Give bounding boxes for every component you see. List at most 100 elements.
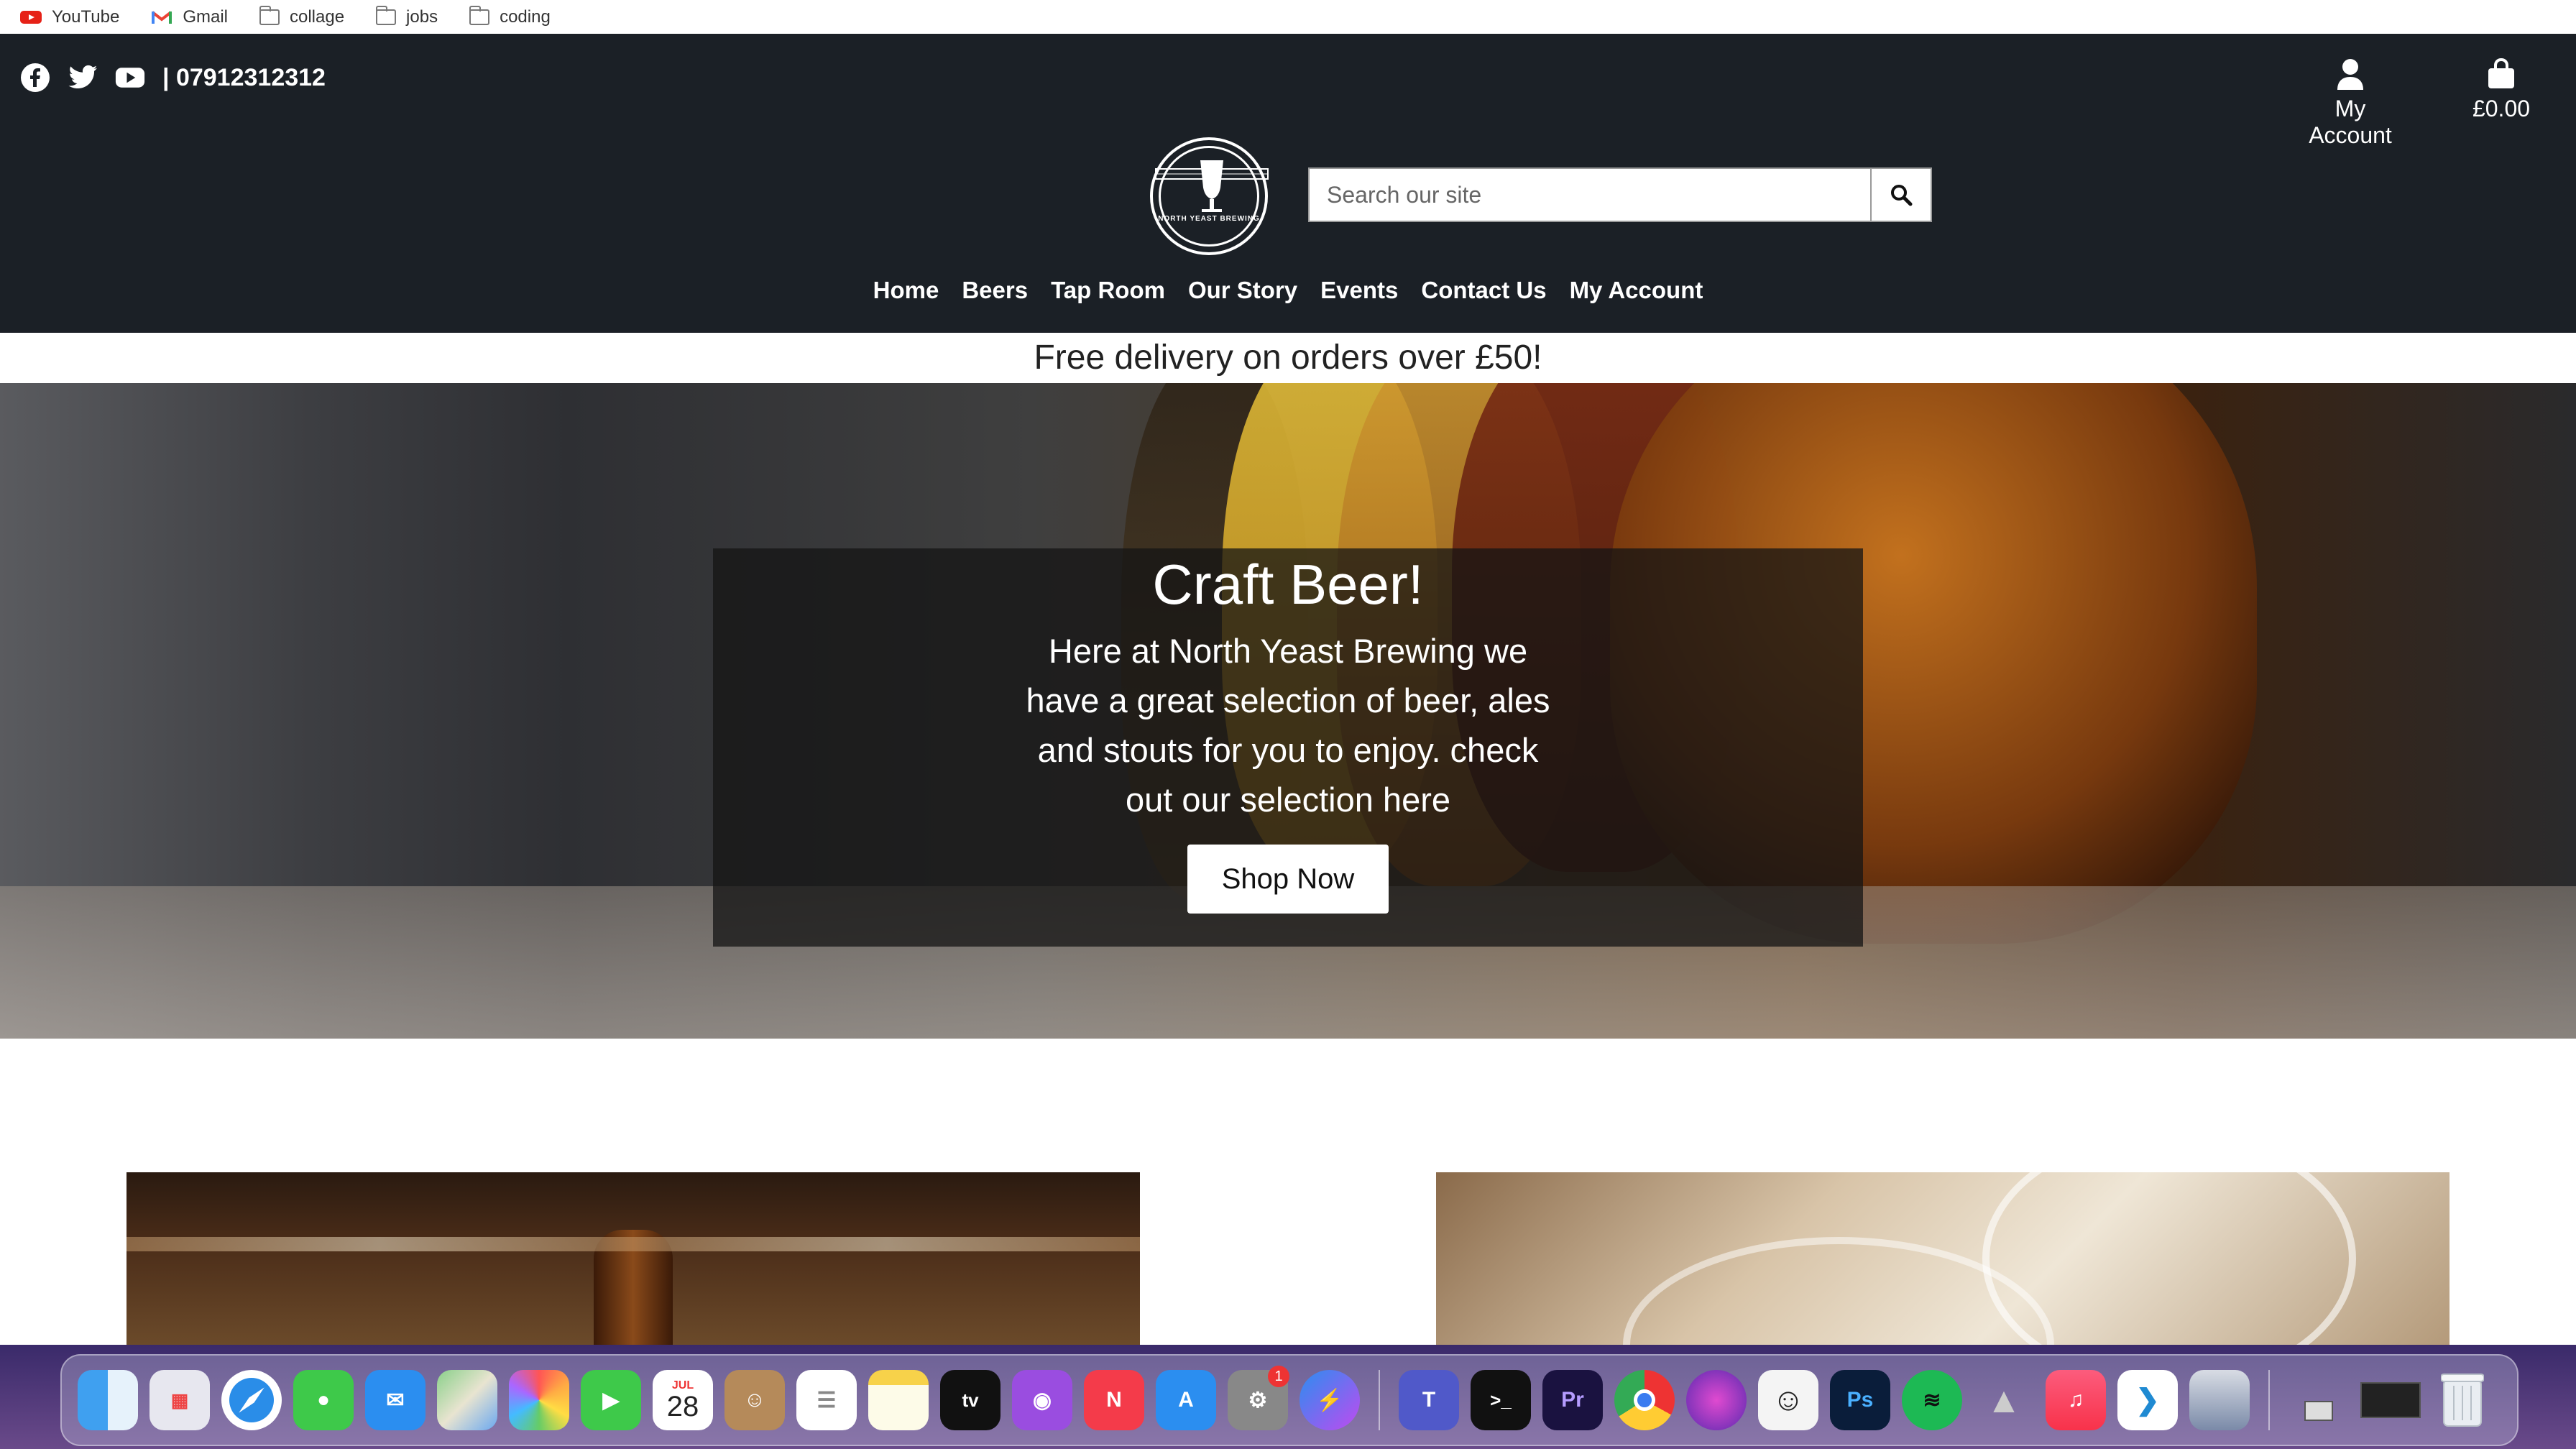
dock-app-notes[interactable] [862, 1364, 934, 1436]
dock-app-messenger[interactable]: ⚡ [1294, 1364, 1366, 1436]
trash-icon [2432, 1370, 2493, 1430]
dock-app-launchpad[interactable]: ▦ [144, 1364, 216, 1436]
dock-app-potion[interactable] [1680, 1364, 1752, 1436]
bookmark-gmail[interactable]: Gmail [151, 7, 228, 27]
dock-app-news[interactable]: N [1078, 1364, 1150, 1436]
hero-overlay: Craft Beer! Here at North Yeast Brewing … [713, 548, 1863, 947]
site-header: | 07912312312 My Account £0.00 NORTH YEA… [0, 34, 2576, 333]
dock-app-photos[interactable] [503, 1364, 575, 1436]
hero-description: Here at North Yeast Brewing we have a gr… [1026, 632, 1550, 819]
dock-app-teams[interactable]: T [1393, 1364, 1465, 1436]
cart-link[interactable]: £0.00 [2465, 58, 2537, 122]
reminders-icon: ☰ [796, 1370, 857, 1430]
potion-icon [1686, 1370, 1747, 1430]
dock-app-rocket[interactable]: ▲ [1968, 1364, 2040, 1436]
nav-contact-us[interactable]: Contact Us [1421, 277, 1546, 304]
dock-recent-window-1[interactable] [2283, 1364, 2355, 1436]
dock-app-calendar[interactable]: JUL 28 [647, 1364, 719, 1436]
spotify-icon: ≋ [1902, 1370, 1962, 1430]
bar-shelf-lights [126, 1237, 1140, 1251]
dock-app-finder[interactable] [72, 1364, 144, 1436]
cart-total: £0.00 [2472, 96, 2531, 121]
search-input[interactable] [1310, 169, 1870, 221]
search-icon [1891, 185, 1913, 206]
youtube-icon[interactable] [115, 63, 145, 93]
dock-app-app-store[interactable]: A [1150, 1364, 1222, 1436]
twitter-icon[interactable] [68, 63, 98, 93]
nav-home[interactable]: Home [873, 277, 939, 304]
facebook-icon[interactable] [20, 63, 50, 93]
photoshop-icon: Ps [1830, 1370, 1890, 1430]
dock-app-messages[interactable]: ● [288, 1364, 359, 1436]
messages-icon: ● [293, 1370, 354, 1430]
smiley-icon: ☺ [1758, 1370, 1818, 1430]
dock-app-chrome[interactable] [1609, 1364, 1680, 1436]
dock-app-tv[interactable]: tv [934, 1364, 1006, 1436]
dock-app-maps[interactable] [431, 1364, 503, 1436]
beer-glass-icon [1155, 160, 1269, 212]
dock-separator [2268, 1370, 2270, 1430]
dock-app-smiley[interactable]: ☺ [1752, 1364, 1824, 1436]
dock-app-preview[interactable] [2184, 1364, 2255, 1436]
dock-app-mail[interactable]: ✉ [359, 1364, 431, 1436]
bookmark-label: collage [289, 6, 345, 27]
vscode-icon: ❯ [2117, 1370, 2178, 1430]
dock-app-podcasts[interactable]: ◉ [1006, 1364, 1078, 1436]
dock-app-vscode[interactable]: ❯ [2112, 1364, 2184, 1436]
preview-icon [2189, 1370, 2250, 1430]
mail-icon: ✉ [365, 1370, 426, 1430]
chrome-icon [1614, 1370, 1675, 1430]
dock-app-premiere[interactable]: Pr [1537, 1364, 1609, 1436]
nav-my-account[interactable]: My Account [1570, 277, 1703, 304]
brand-logo[interactable]: NORTH YEAST BREWING [1150, 137, 1269, 255]
youtube-icon [20, 10, 42, 24]
launchpad-icon: ▦ [150, 1370, 210, 1430]
gmail-icon [152, 10, 172, 24]
hero-banner: Craft Beer! Here at North Yeast Brewing … [0, 383, 2576, 1039]
dock-app-contacts[interactable]: ☺ [719, 1364, 791, 1436]
bookmark-label: YouTube [52, 6, 120, 27]
window-thumbnail-icon [2288, 1370, 2349, 1430]
dock-app-trash[interactable] [2426, 1364, 2498, 1436]
dock-app-facetime[interactable]: ▶ [575, 1364, 647, 1436]
shopping-bag-icon [2488, 58, 2514, 88]
bookmark-collage[interactable]: collage [259, 5, 345, 27]
my-account-link[interactable]: My Account [2291, 58, 2409, 149]
dock-app-photoshop[interactable]: Ps [1824, 1364, 1896, 1436]
nav-events[interactable]: Events [1320, 277, 1398, 304]
teams-icon: T [1399, 1370, 1459, 1430]
app-store-icon: A [1156, 1370, 1216, 1430]
notes-icon [868, 1370, 929, 1430]
dock-app-terminal[interactable]: >_ [1465, 1364, 1537, 1436]
featured-section [0, 1039, 2576, 1345]
social-links: | 07912312312 [20, 63, 326, 93]
dock-app-reminders[interactable]: ☰ [791, 1364, 862, 1436]
nav-beers[interactable]: Beers [962, 277, 1028, 304]
search-button[interactable] [1870, 169, 1931, 221]
shop-now-button[interactable]: Shop Now [1187, 845, 1389, 914]
bookmark-youtube[interactable]: YouTube [20, 7, 119, 27]
dock-app-safari[interactable] [216, 1364, 288, 1436]
safari-icon [221, 1370, 282, 1430]
dock-app-system-preferences[interactable]: ⚙ 1 [1222, 1364, 1294, 1436]
hero-title: Craft Beer! [1152, 553, 1424, 616]
dock-app-music[interactable]: ♫ [2040, 1364, 2112, 1436]
featured-card-bottles[interactable] [126, 1172, 1140, 1345]
nav-tap-room[interactable]: Tap Room [1051, 277, 1165, 304]
featured-card-glasses[interactable] [1436, 1172, 2450, 1345]
news-icon: N [1084, 1370, 1144, 1430]
dock-app-spotify[interactable]: ≋ [1896, 1364, 1968, 1436]
phone-number: | 07912312312 [162, 63, 326, 91]
dock-recent-window-2[interactable] [2355, 1364, 2426, 1436]
account-label: My Account [2309, 96, 2392, 148]
calendar-day: 28 [666, 1391, 699, 1422]
folder-icon [259, 5, 280, 25]
bookmark-jobs[interactable]: jobs [376, 5, 438, 27]
dock-separator [1379, 1370, 1380, 1430]
apple-tv-icon: tv [940, 1370, 1000, 1430]
premiere-icon: Pr [1542, 1370, 1603, 1430]
window-thumbnail-icon [2360, 1370, 2421, 1430]
bookmark-coding[interactable]: coding [469, 5, 551, 27]
nav-our-story[interactable]: Our Story [1188, 277, 1297, 304]
maps-icon [437, 1370, 497, 1430]
